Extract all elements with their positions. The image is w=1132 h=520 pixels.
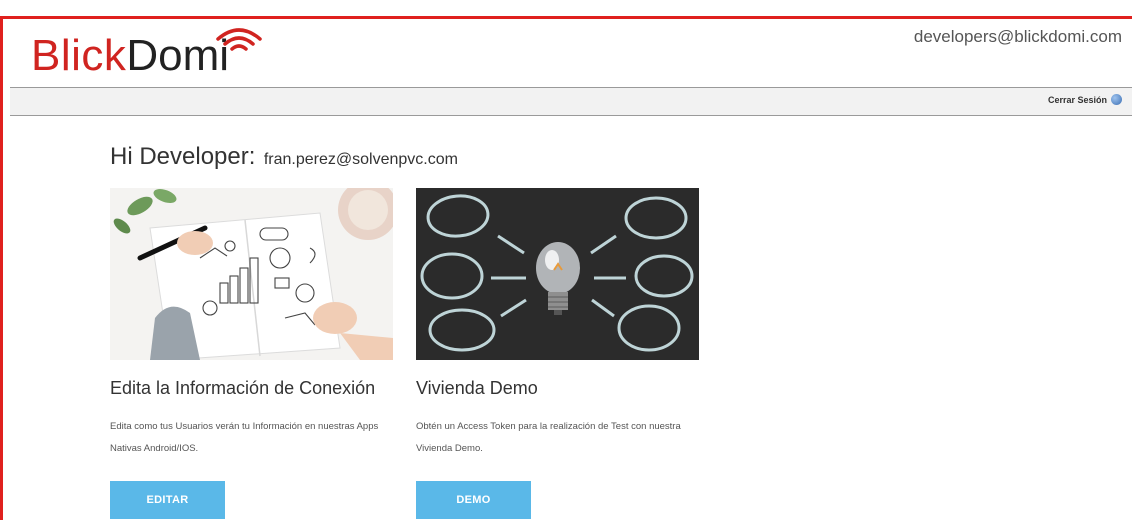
card-description: Obtén un Access Token para la realizació…: [416, 421, 681, 454]
edit-button[interactable]: EDITAR: [110, 481, 225, 519]
logout-label: Cerrar Sesión: [1047, 94, 1107, 105]
demo-button[interactable]: DEMO: [416, 481, 531, 519]
frame-left-border: [0, 16, 3, 520]
card-title: Vivienda Demo: [416, 378, 538, 398]
card-edit-connection: Edita la Información de Conexión Edita c…: [110, 188, 400, 519]
page-title: Hi Developer: fran.perez@solvenpvc.com: [110, 143, 458, 171]
user-email: developers@blickdomi.com: [913, 27, 1122, 46]
brand-logo[interactable]: BlickDomi: [31, 28, 262, 91]
notebook-sketch-image: [110, 188, 393, 360]
lightbulb-chalkboard-image: [416, 188, 699, 360]
logout-link[interactable]: Cerrar Sesión: [1048, 94, 1122, 105]
card-title: Edita la Información de Conexión: [110, 378, 376, 398]
header: BlickDomi developers@blickdomi.com: [3, 19, 1132, 87]
greeting-email: fran.perez@solvenpvc.com: [263, 151, 458, 168]
greeting-title: Hi Developer:: [110, 143, 256, 170]
wifi-signal-icon: [216, 28, 262, 51]
navbar: Cerrar Sesión: [10, 87, 1132, 116]
globe-icon: [1111, 94, 1122, 105]
logo-text-primary: Blick: [31, 31, 127, 80]
card-description: Edita como tus Usuarios verán tu Informa…: [110, 421, 379, 454]
card-demo-home: Vivienda Demo Obtén un Access Token para…: [416, 188, 706, 519]
